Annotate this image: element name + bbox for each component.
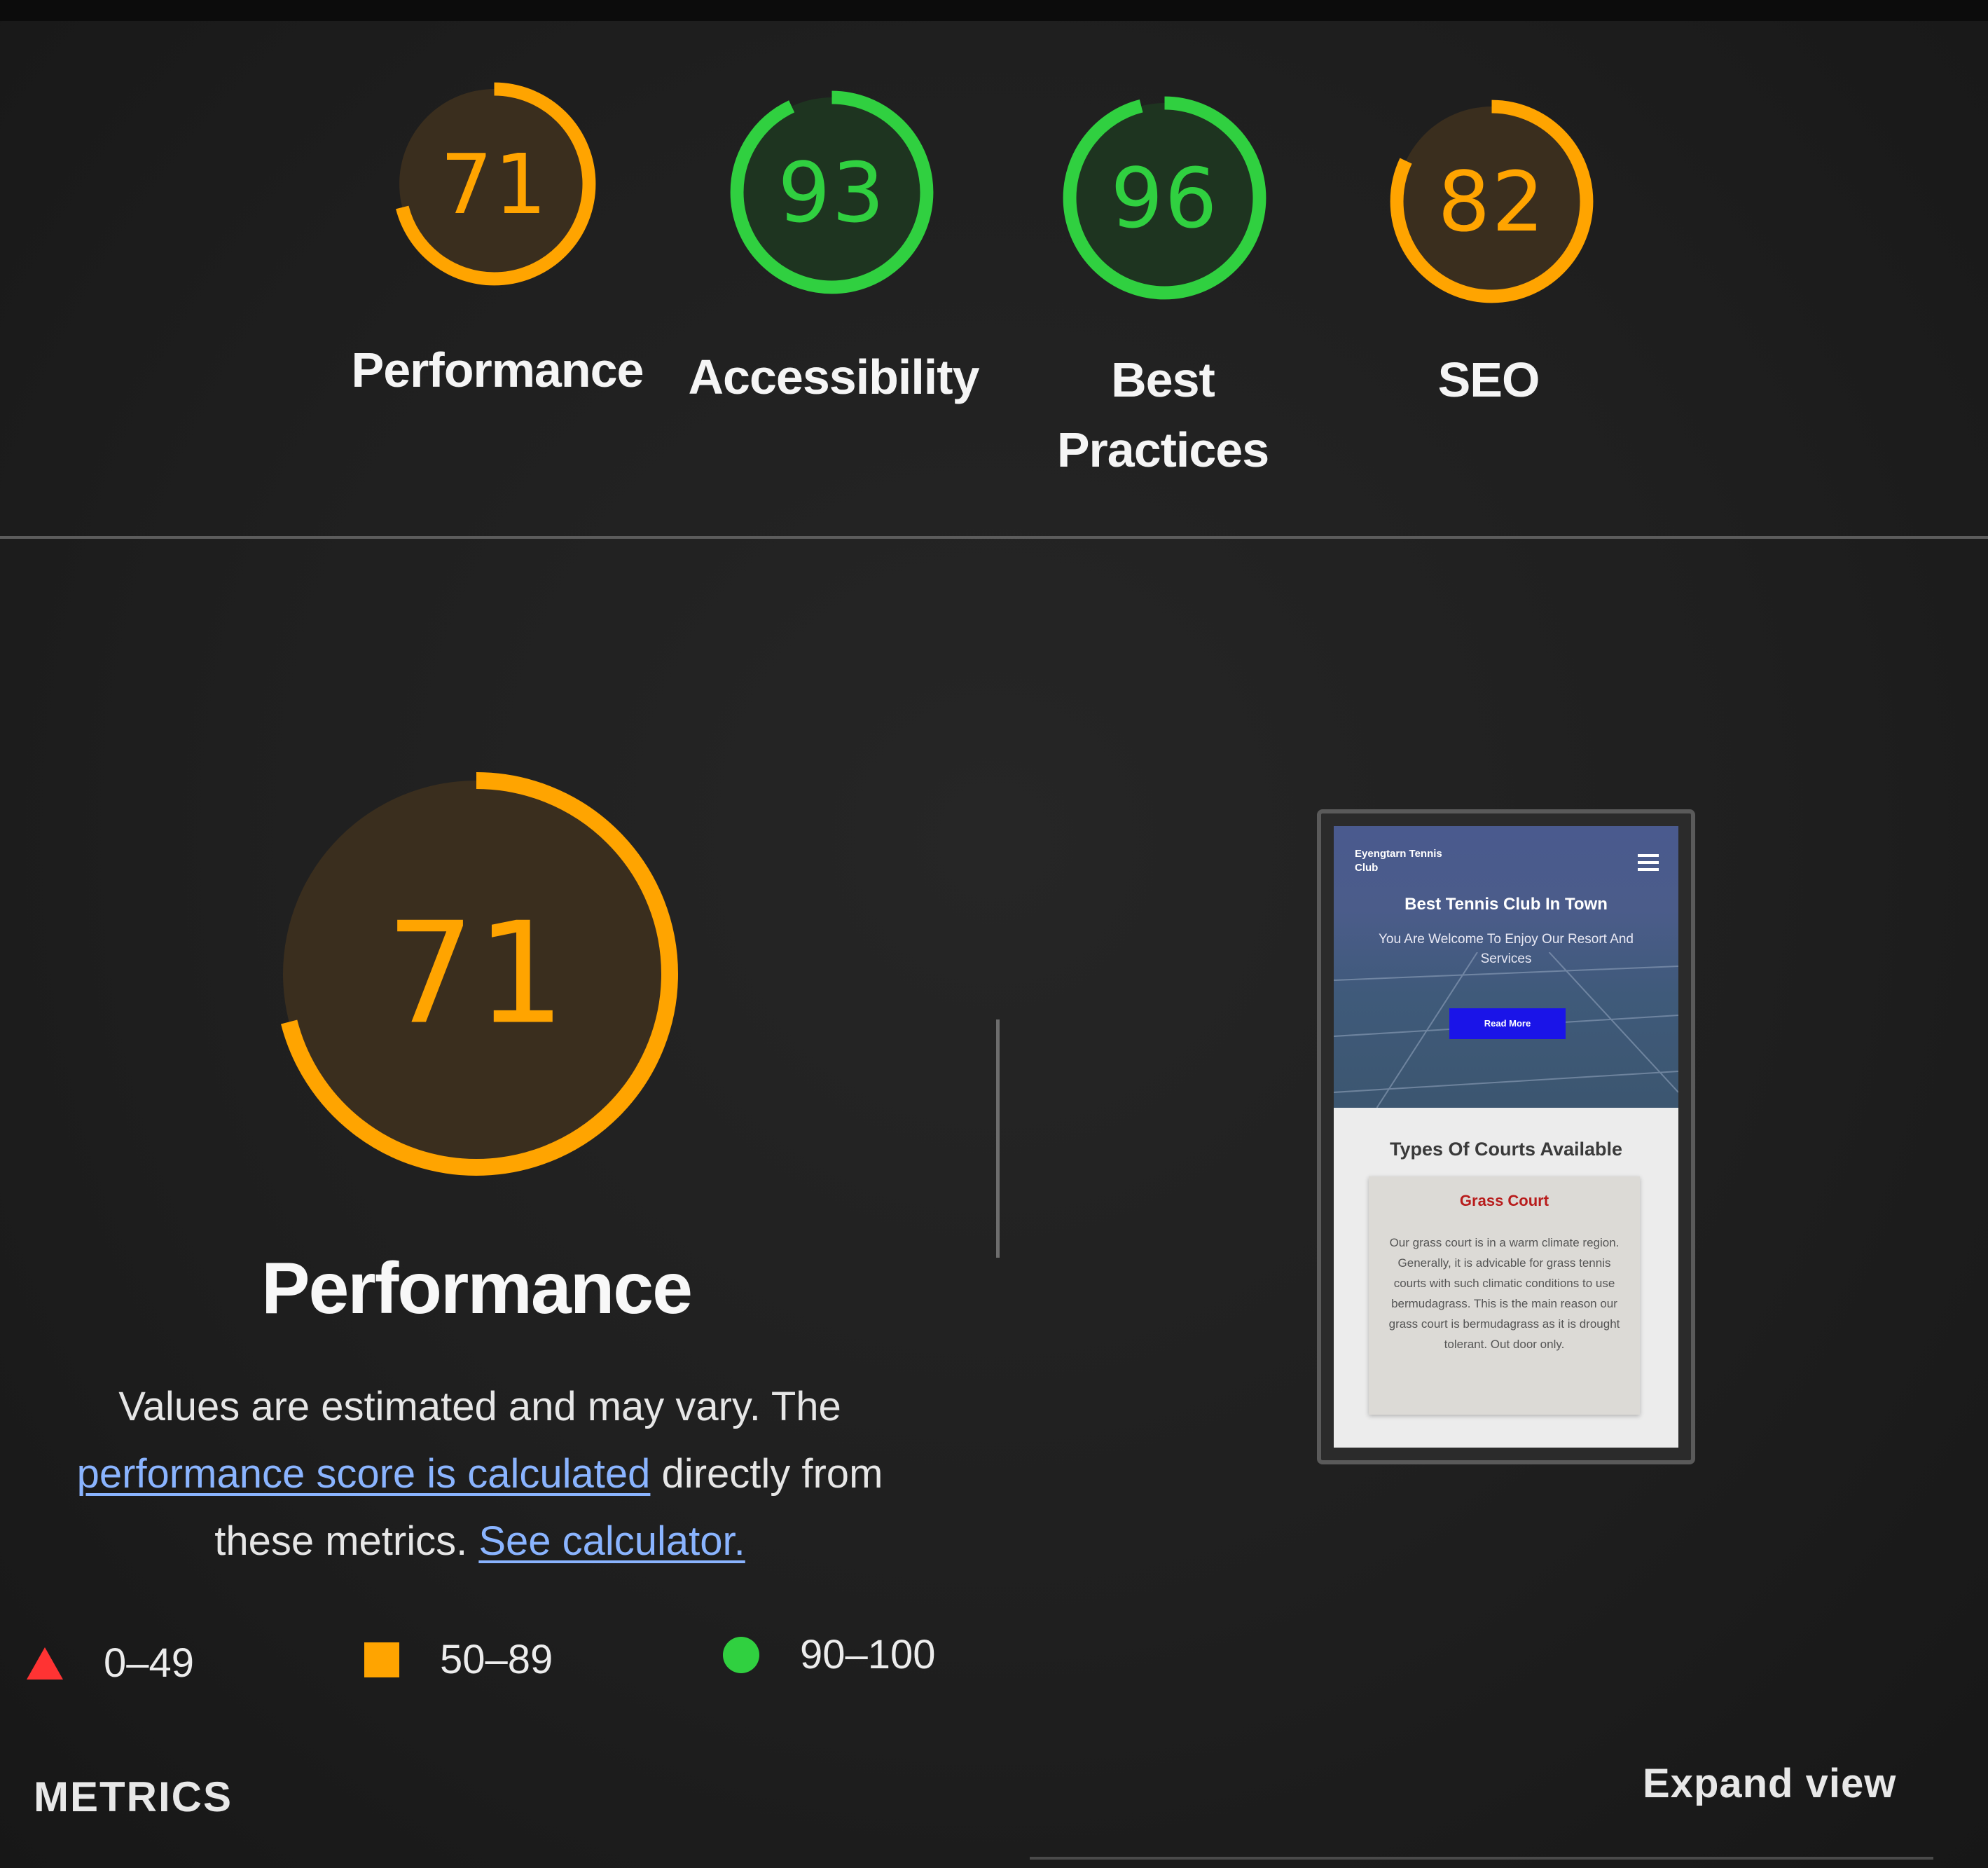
- score-label-accessibility[interactable]: Accessibility: [669, 342, 998, 412]
- legend-pass: 90–100: [723, 1631, 936, 1678]
- expand-view-toggle[interactable]: Expand view: [1643, 1760, 1896, 1807]
- metrics-heading: METRICS: [34, 1773, 233, 1820]
- screenshot-card-body: Our grass court is in a warm climate reg…: [1388, 1236, 1620, 1351]
- metrics-divider: [1030, 1857, 1933, 1860]
- vertical-divider: [996, 1019, 1000, 1258]
- score-value: 93: [778, 144, 886, 241]
- screenshot-court-card: Grass Court Our grass court is in a warm…: [1369, 1176, 1640, 1415]
- score-gauge-accessibility[interactable]: 93: [722, 82, 942, 303]
- performance-score-value: 71: [385, 892, 567, 1056]
- lighthouse-report: 71 Performance 93 Accessibility 96 Best …: [0, 0, 1988, 1868]
- screenshot-section-title: Types Of Courts Available: [1389, 1139, 1623, 1160]
- score-calculated-link[interactable]: performance score is calculated: [77, 1451, 651, 1497]
- performance-gauge-large: 71: [266, 764, 686, 1184]
- final-screenshot[interactable]: Eyengtarn Tennis Club Best Tennis Club I…: [1317, 809, 1695, 1464]
- section-divider: [0, 536, 1988, 539]
- legend-fail: 0–49: [27, 1640, 194, 1687]
- score-value: 82: [1437, 153, 1546, 250]
- performance-description: Values are estimated and may vary. The p…: [42, 1373, 918, 1575]
- legend-range: 90–100: [800, 1632, 936, 1677]
- performance-title: Performance: [261, 1248, 693, 1329]
- legend-range: 50–89: [440, 1637, 553, 1682]
- see-calculator-link[interactable]: See calculator.: [478, 1518, 745, 1564]
- score-gauge-performance[interactable]: 71: [384, 74, 605, 294]
- screenshot-brand: Eyengtarn Tennis Club: [1355, 848, 1442, 874]
- score-value: 96: [1110, 149, 1219, 247]
- screenshot-hero-title: Best Tennis Club In Town: [1404, 895, 1608, 914]
- score-label-best-practices[interactable]: Best Practices: [1037, 345, 1289, 485]
- top-strip: [0, 0, 1988, 21]
- orange-square-icon: [364, 1642, 399, 1677]
- red-triangle-icon: [27, 1647, 63, 1680]
- hamburger-menu-icon: [1638, 854, 1659, 875]
- green-circle-icon: [723, 1636, 759, 1673]
- legend-average: 50–89: [364, 1636, 553, 1683]
- score-value: 71: [440, 135, 548, 233]
- screenshot-read-more-button: Read More: [1449, 1008, 1566, 1039]
- legend-range: 0–49: [104, 1640, 195, 1686]
- screenshot-hero: Eyengtarn Tennis Club Best Tennis Club I…: [1334, 826, 1678, 1108]
- desc-text: Values are estimated and may vary. The: [118, 1384, 841, 1429]
- score-gauge-seo[interactable]: 82: [1381, 91, 1602, 312]
- score-gauge-best-practices[interactable]: 96: [1054, 88, 1275, 308]
- score-label-performance[interactable]: Performance: [319, 335, 676, 405]
- screenshot-hero-subtitle: You Are Welcome To Enjoy Our Resort And …: [1378, 932, 1634, 966]
- screenshot-content: Eyengtarn Tennis Club Best Tennis Club I…: [1334, 826, 1678, 1448]
- score-label-seo[interactable]: SEO: [1394, 345, 1583, 415]
- screenshot-card-title: Grass Court: [1459, 1192, 1549, 1209]
